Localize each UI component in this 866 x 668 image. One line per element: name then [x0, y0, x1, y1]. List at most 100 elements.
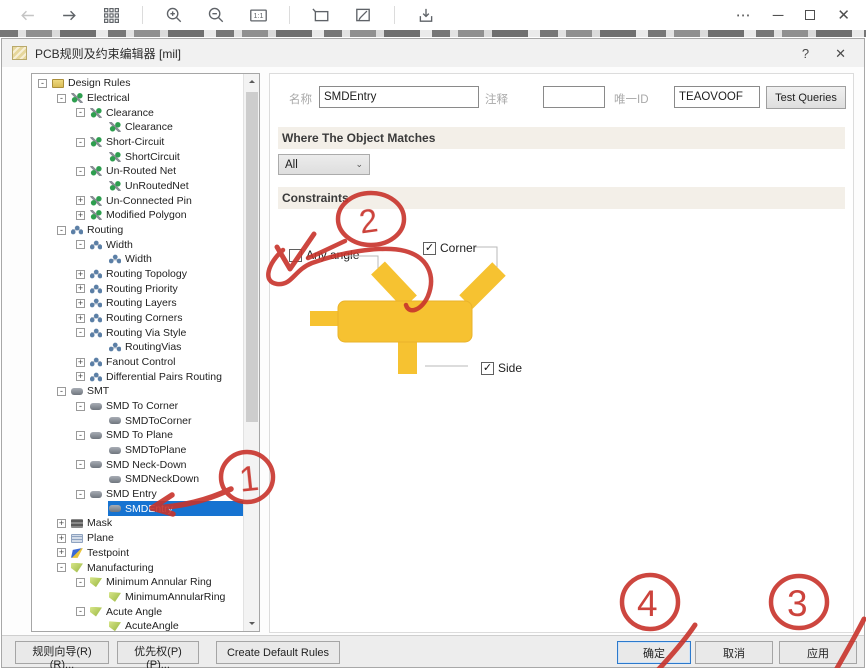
tree-item-modified-polygon[interactable]: + Modified Polygon: [32, 208, 243, 223]
collapse-box-icon[interactable]: -: [57, 387, 66, 396]
minimize-icon[interactable]: ─: [773, 8, 784, 23]
tree-item-acuteangle[interactable]: AcuteAngle: [32, 619, 243, 632]
collapse-box-icon[interactable]: -: [76, 167, 85, 176]
side-checkbox[interactable]: ✓: [481, 362, 494, 375]
window-close-icon[interactable]: ✕: [837, 8, 850, 23]
tree-item-smdtoplane[interactable]: SMDToPlane: [32, 443, 243, 458]
tree-content[interactable]: Routing: [70, 223, 243, 238]
edit-sheet-icon[interactable]: [352, 4, 374, 26]
tree-content[interactable]: Differential Pairs Routing: [89, 369, 243, 384]
tree-item-un-routed-net[interactable]: -Un-Routed Net: [32, 164, 243, 179]
tree-item-clearance[interactable]: Clearance: [32, 120, 243, 135]
collapse-box-icon[interactable]: -: [76, 460, 85, 469]
collapse-box-icon[interactable]: -: [76, 607, 85, 616]
tree-item-smd-to-plane[interactable]: -SMD To Plane: [32, 428, 243, 443]
tree-content[interactable]: MinimumAnnularRing: [108, 590, 243, 605]
tree-item-acute-angle[interactable]: -Acute Angle: [32, 604, 243, 619]
cancel-button[interactable]: 取消: [695, 641, 773, 664]
tree-item-routing-corners[interactable]: +Routing Corners: [32, 311, 243, 326]
help-icon[interactable]: ?: [802, 47, 809, 60]
collapse-box-icon[interactable]: -: [76, 328, 85, 337]
expand-box-icon[interactable]: +: [76, 314, 85, 323]
tree-item-routing-priority[interactable]: + Routing Priority: [32, 281, 243, 296]
collapse-box-icon[interactable]: -: [76, 402, 85, 411]
unique-id-input[interactable]: [674, 86, 760, 108]
expand-box-icon[interactable]: +: [76, 211, 85, 220]
tree-item-testpoint[interactable]: + Testpoint: [32, 546, 243, 561]
tree-item-mask[interactable]: + Mask: [32, 516, 243, 531]
tree-item-width[interactable]: -Width: [32, 237, 243, 252]
apply-button[interactable]: 应用: [779, 641, 857, 664]
rule-wizard-button[interactable]: 规则向导(R) (R)...: [15, 641, 109, 664]
tree-content[interactable]: Plane: [70, 531, 243, 546]
tree-content[interactable]: Short-Circuit: [89, 135, 243, 150]
ok-button[interactable]: 确定: [617, 641, 691, 664]
scrollbar-thumb[interactable]: [246, 92, 258, 422]
expand-box-icon[interactable]: +: [76, 284, 85, 293]
collapse-box-icon[interactable]: -: [57, 226, 66, 235]
tree-content[interactable]: Routing Via Style: [89, 325, 243, 340]
collapse-box-icon[interactable]: -: [38, 79, 47, 88]
tree-item-differential-pairs-routing[interactable]: + Differential Pairs Routing: [32, 369, 243, 384]
tree-content[interactable]: AcuteAngle: [108, 619, 243, 632]
forward-arrow-icon[interactable]: [58, 4, 80, 26]
tree-item-smd-to-corner[interactable]: -SMD To Corner: [32, 399, 243, 414]
tree-content[interactable]: Acute Angle: [89, 604, 243, 619]
grid-view-icon[interactable]: [100, 4, 122, 26]
priorities-button[interactable]: 优先权(P) (P)...: [117, 641, 199, 664]
tree-item-routing-via-style[interactable]: -Routing Via Style: [32, 325, 243, 340]
tree-content[interactable]: SMD To Corner: [89, 399, 243, 414]
fit-window-icon[interactable]: [310, 4, 332, 26]
collapse-box-icon[interactable]: -: [76, 578, 85, 587]
tree-content[interactable]: Mask: [70, 516, 243, 531]
tree-item-width[interactable]: Width: [32, 252, 243, 267]
tree-content[interactable]: Routing Topology: [89, 267, 243, 282]
tree-content[interactable]: Testpoint: [70, 546, 243, 561]
collapse-box-icon[interactable]: -: [76, 431, 85, 440]
expand-box-icon[interactable]: +: [57, 548, 66, 557]
tree-item-shortcircuit[interactable]: ShortCircuit: [32, 149, 243, 164]
tree-item-short-circuit[interactable]: -Short-Circuit: [32, 135, 243, 150]
zoom-in-icon[interactable]: [163, 4, 185, 26]
tree-content[interactable]: RoutingVias: [108, 340, 243, 355]
tree-scrollbar[interactable]: [243, 74, 259, 631]
back-arrow-icon[interactable]: [16, 4, 38, 26]
tree-item-routing[interactable]: -Routing: [32, 223, 243, 238]
tree-content[interactable]: Modified Polygon: [89, 208, 243, 223]
zoom-out-icon[interactable]: [205, 4, 227, 26]
tree-item-fanout-control[interactable]: +Fanout Control: [32, 355, 243, 370]
tree-item-smdtocorner[interactable]: SMDToCorner: [32, 413, 243, 428]
maximize-icon[interactable]: [805, 10, 815, 20]
tree-content[interactable]: SMD Entry: [89, 487, 243, 502]
expand-box-icon[interactable]: +: [57, 534, 66, 543]
overflow-menu-icon[interactable]: ⋯: [736, 8, 751, 23]
tree-item-smt[interactable]: -SMT: [32, 384, 243, 399]
expand-box-icon[interactable]: +: [57, 519, 66, 528]
tree-content[interactable]: SMD To Plane: [89, 428, 243, 443]
expand-box-icon[interactable]: +: [76, 372, 85, 381]
collapse-box-icon[interactable]: -: [76, 490, 85, 499]
tree-item-routingvias[interactable]: RoutingVias: [32, 340, 243, 355]
tree-item-clearance[interactable]: -Clearance: [32, 105, 243, 120]
tree-content[interactable]: Manufacturing: [70, 560, 243, 575]
tree-content[interactable]: Electrical: [70, 91, 243, 106]
scope-dropdown[interactable]: All ⌄: [278, 154, 370, 175]
tree-content[interactable]: Un-Connected Pin: [89, 193, 243, 208]
tree-item-design-rules[interactable]: -Design Rules: [32, 76, 243, 91]
tree-item-minimum-annular-ring[interactable]: -Minimum Annular Ring: [32, 575, 243, 590]
tree-item-smd-entry[interactable]: -SMD Entry: [32, 487, 243, 502]
tree-item-smdneckdown[interactable]: SMDNeckDown: [32, 472, 243, 487]
tree-content[interactable]: Clearance: [108, 120, 243, 135]
tree-content[interactable]: Design Rules: [51, 76, 243, 91]
expand-box-icon[interactable]: +: [76, 196, 85, 205]
tree-content[interactable]: Routing Priority: [89, 281, 243, 296]
tree-content[interactable]: Clearance: [89, 105, 243, 120]
tree-content[interactable]: SMDToCorner: [108, 413, 243, 428]
tree-item-smd-neck-down[interactable]: -SMD Neck-Down: [32, 457, 243, 472]
collapse-box-icon[interactable]: -: [57, 94, 66, 103]
scroll-up-icon[interactable]: [244, 74, 260, 89]
tree-content[interactable]: SMD Neck-Down: [89, 457, 243, 472]
scroll-down-icon[interactable]: [244, 616, 260, 631]
collapse-box-icon[interactable]: -: [76, 240, 85, 249]
tree-item-plane[interactable]: + Plane: [32, 531, 243, 546]
